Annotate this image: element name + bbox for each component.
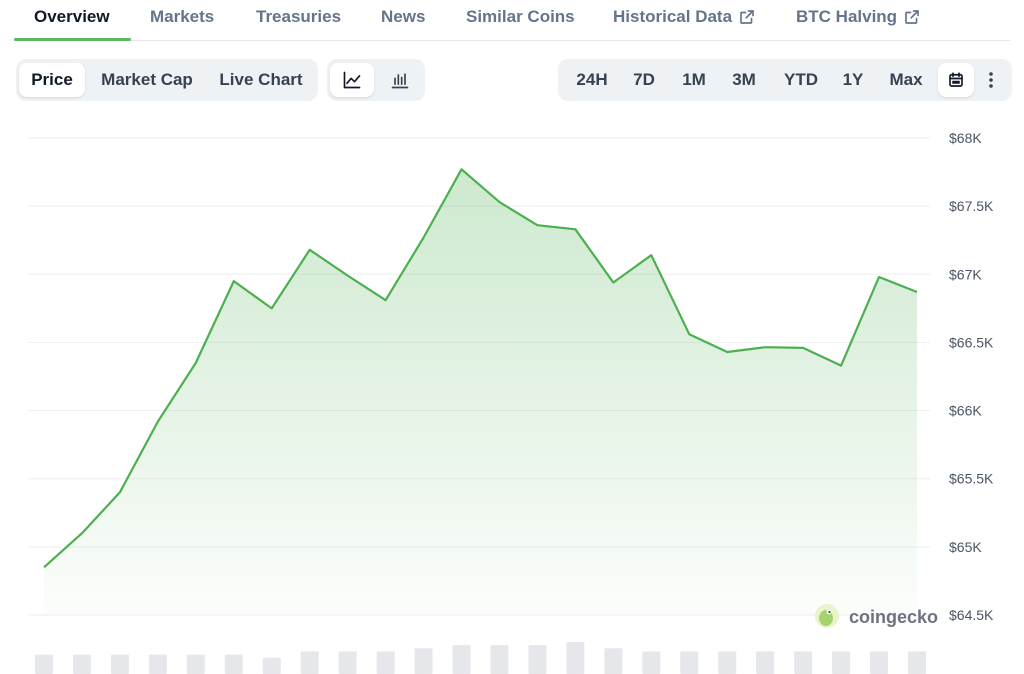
range-label: 7D bbox=[633, 70, 655, 89]
tab-markets[interactable]: Markets bbox=[150, 7, 214, 27]
volume-bar bbox=[756, 651, 775, 674]
tab-news[interactable]: News bbox=[381, 7, 425, 27]
chart-style-toggle bbox=[327, 59, 425, 101]
range-1y-button[interactable]: 1Y bbox=[834, 63, 872, 97]
candlestick-chart-button[interactable] bbox=[378, 63, 422, 97]
market-cap-button[interactable]: Market Cap bbox=[89, 63, 205, 97]
tab-historical-data[interactable]: Historical Data bbox=[613, 7, 756, 27]
range-label: 24H bbox=[576, 70, 608, 89]
tab-btc-halving[interactable]: BTC Halving bbox=[796, 7, 921, 27]
external-link-icon bbox=[905, 10, 919, 24]
range-24h-button[interactable]: 24H bbox=[566, 63, 618, 97]
volume-bar bbox=[35, 654, 53, 674]
price-area bbox=[44, 169, 917, 616]
volume-bar bbox=[186, 654, 205, 674]
tab-label: Historical Data bbox=[613, 7, 733, 26]
y-axis-ticks: $68K $67.5K $67K $66.5K $66K $65.5K $65K $64.5K bbox=[949, 130, 994, 623]
tab-label: Treasuries bbox=[256, 7, 342, 26]
volume-bars bbox=[35, 642, 926, 674]
range-label: YTD bbox=[784, 70, 818, 89]
volume-bar bbox=[680, 651, 699, 674]
volume-bar bbox=[604, 648, 623, 674]
external-link-icon bbox=[740, 10, 754, 24]
active-tab-indicator bbox=[14, 38, 131, 41]
range-ytd-button[interactable]: YTD bbox=[772, 63, 830, 97]
volume-bar bbox=[908, 651, 926, 674]
volume-bar bbox=[224, 654, 243, 674]
tab-label: Markets bbox=[150, 7, 215, 26]
volume-bar bbox=[870, 651, 889, 674]
calendar-button[interactable] bbox=[938, 63, 974, 97]
tab-label: Overview bbox=[34, 7, 110, 26]
nav-tabs: Overview Markets Treasuries News Similar… bbox=[14, 0, 1010, 41]
y-tick-label: $67.5K bbox=[949, 198, 994, 214]
volume-bar bbox=[452, 645, 471, 674]
volume-bar bbox=[414, 648, 433, 674]
line-chart-icon bbox=[343, 71, 361, 89]
tab-similar-coins[interactable]: Similar Coins bbox=[466, 7, 575, 27]
volume-bar bbox=[528, 645, 547, 674]
y-tick-label: $64.5K bbox=[949, 607, 994, 623]
volume-bar bbox=[832, 651, 851, 674]
volume-bar bbox=[718, 651, 737, 674]
y-tick-label: $66.5K bbox=[949, 334, 994, 350]
more-options-button[interactable] bbox=[978, 63, 1004, 97]
coingecko-watermark: coingecko bbox=[815, 604, 938, 628]
line-chart-button[interactable] bbox=[330, 63, 374, 97]
more-vertical-icon bbox=[989, 72, 993, 88]
range-7d-button[interactable]: 7D bbox=[622, 63, 666, 97]
tab-label: Similar Coins bbox=[466, 7, 575, 26]
y-tick-label: $66K bbox=[949, 403, 982, 419]
volume-bar bbox=[72, 654, 91, 674]
price-label: Price bbox=[31, 70, 73, 89]
y-tick-label: $65K bbox=[949, 539, 982, 555]
range-1m-button[interactable]: 1M bbox=[670, 63, 718, 97]
live-chart-label: Live Chart bbox=[219, 70, 303, 89]
live-chart-button[interactable]: Live Chart bbox=[210, 63, 312, 97]
range-3m-button[interactable]: 3M bbox=[722, 63, 766, 97]
volume-bar bbox=[110, 654, 129, 674]
price-button[interactable]: Price bbox=[19, 63, 85, 97]
tab-label: News bbox=[381, 7, 426, 26]
volume-bar bbox=[490, 645, 509, 674]
range-label: Max bbox=[889, 70, 923, 89]
volume-bar bbox=[794, 651, 813, 674]
volume-bar bbox=[642, 651, 661, 674]
volume-bar bbox=[376, 651, 395, 674]
y-tick-label: $65.5K bbox=[949, 471, 994, 487]
range-label: 1M bbox=[682, 70, 706, 89]
tab-treasuries[interactable]: Treasuries bbox=[256, 7, 341, 27]
range-label: 3M bbox=[732, 70, 756, 89]
market-cap-label: Market Cap bbox=[101, 70, 193, 89]
y-tick-label: $68K bbox=[949, 130, 982, 146]
time-range-toggle: 24H 7D 1M 3M YTD 1Y Max bbox=[558, 59, 1012, 101]
volume-bar bbox=[300, 651, 319, 674]
volume-bar bbox=[148, 654, 167, 674]
metric-toggle: Price Market Cap Live Chart bbox=[16, 59, 318, 101]
range-max-button[interactable]: Max bbox=[876, 63, 936, 97]
volume-bar bbox=[338, 651, 357, 674]
candlestick-chart-icon bbox=[391, 73, 409, 89]
volume-bar bbox=[262, 657, 281, 674]
range-label: 1Y bbox=[842, 70, 864, 89]
watermark-text: coingecko bbox=[849, 607, 938, 627]
calendar-icon bbox=[949, 72, 963, 87]
price-chart: $68K $67.5K $67K $66.5K $66K $65.5K $65K $64.5K… bbox=[28, 130, 994, 674]
tab-label: BTC Halving bbox=[796, 7, 898, 26]
volume-bar bbox=[566, 642, 585, 674]
y-tick-label: $67K bbox=[949, 266, 982, 282]
tab-overview[interactable]: Overview bbox=[34, 7, 110, 27]
